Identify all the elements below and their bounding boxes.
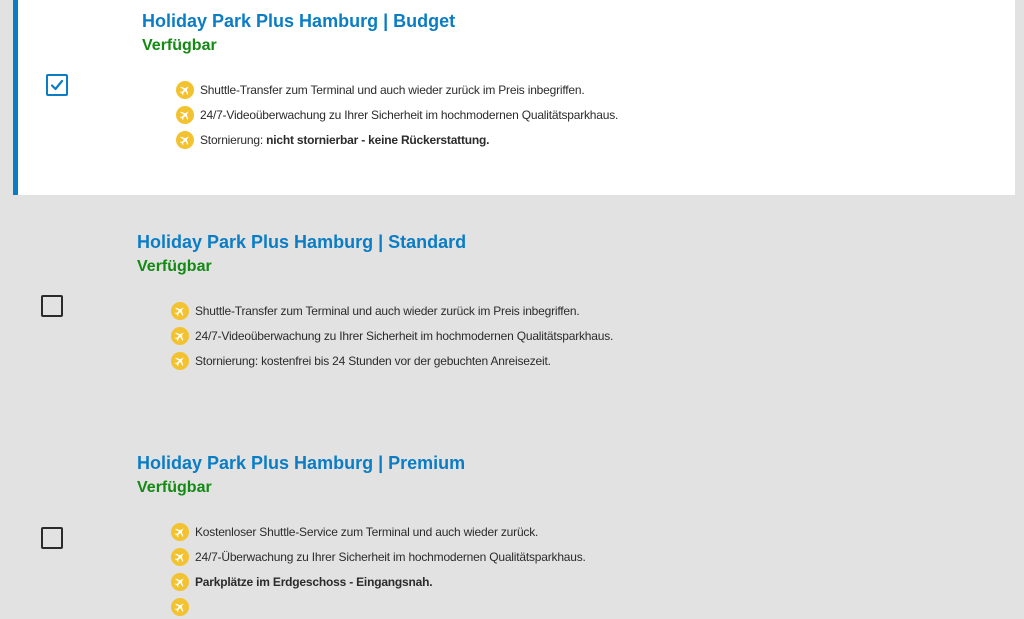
option-title[interactable]: Holiday Park Plus Hamburg | Premium	[137, 453, 465, 474]
feature-text: 24/7-Videoüberwachung zu Ihrer Sicherhei…	[195, 328, 614, 343]
airplane-icon	[171, 547, 189, 566]
feature-item: Stornierung: nicht stornierbar - keine R…	[176, 127, 618, 152]
checkmark-icon	[50, 79, 64, 91]
cancellation-label: Stornierung:	[200, 132, 267, 147]
feature-list: Shuttle-Transfer zum Terminal und auch w…	[171, 298, 613, 373]
airplane-icon	[171, 597, 189, 616]
airplane-icon	[176, 130, 194, 149]
airplane-icon	[176, 105, 194, 124]
feature-item: Parkplätze im Erdgeschoss - Eingangsnah.	[171, 569, 586, 594]
feature-item: Stornierung: kostenfrei bis 24 Stunden v…	[171, 348, 613, 373]
option-checkbox[interactable]	[41, 295, 63, 317]
option-checkbox[interactable]	[41, 527, 63, 549]
feature-item: 24/7-Videoüberwachung zu Ihrer Sicherhei…	[171, 323, 613, 348]
feature-text: 24/7-Überwachung zu Ihrer Sicherheit im …	[195, 549, 586, 564]
feature-text: Shuttle-Transfer zum Terminal und auch w…	[195, 303, 580, 318]
feature-item: Kostenloser Shuttle-Service zum Terminal…	[171, 519, 586, 544]
feature-item: 24/7-Überwachung zu Ihrer Sicherheit im …	[171, 544, 586, 569]
airplane-icon	[171, 351, 189, 370]
feature-text: Stornierung: kostenfrei bis 24 Stunden v…	[195, 353, 551, 368]
feature-text: 24/7-Videoüberwachung zu Ihrer Sicherhei…	[200, 107, 619, 122]
airplane-icon	[171, 326, 189, 345]
parking-option-premium[interactable]: Holiday Park Plus Hamburg | Premium Verf…	[13, 416, 1015, 616]
feature-text: Stornierung: nicht stornierbar - keine R…	[200, 133, 489, 147]
airplane-icon	[171, 522, 189, 541]
availability-status: Verfügbar	[142, 37, 217, 54]
parking-option-budget[interactable]: Holiday Park Plus Hamburg | Budget Verfü…	[13, 0, 1015, 195]
feature-list: Shuttle-Transfer zum Terminal und auch w…	[176, 77, 618, 152]
feature-item: Shuttle-Transfer zum Terminal und auch w…	[171, 298, 613, 323]
availability-status: Verfügbar	[137, 258, 212, 275]
feature-text: Shuttle-Transfer zum Terminal und auch w…	[200, 82, 585, 97]
feature-item-partial	[171, 594, 586, 619]
option-title[interactable]: Holiday Park Plus Hamburg | Budget	[142, 11, 455, 32]
option-title[interactable]: Holiday Park Plus Hamburg | Standard	[137, 232, 466, 253]
feature-text: Kostenloser Shuttle-Service zum Terminal…	[195, 524, 539, 539]
airplane-icon	[171, 572, 189, 591]
option-checkbox[interactable]	[46, 74, 68, 96]
parking-option-standard[interactable]: Holiday Park Plus Hamburg | Standard Ver…	[13, 195, 1015, 416]
feature-item: Shuttle-Transfer zum Terminal und auch w…	[176, 77, 618, 102]
feature-item: 24/7-Videoüberwachung zu Ihrer Sicherhei…	[176, 102, 618, 127]
cancellation-policy: nicht stornierbar - keine Rückerstattung…	[266, 132, 490, 147]
airplane-icon	[171, 301, 189, 320]
feature-text: Parkplätze im Erdgeschoss - Eingangsnah.	[195, 574, 433, 589]
feature-list: Kostenloser Shuttle-Service zum Terminal…	[171, 519, 586, 619]
availability-status: Verfügbar	[137, 479, 212, 496]
airplane-icon	[176, 80, 194, 99]
